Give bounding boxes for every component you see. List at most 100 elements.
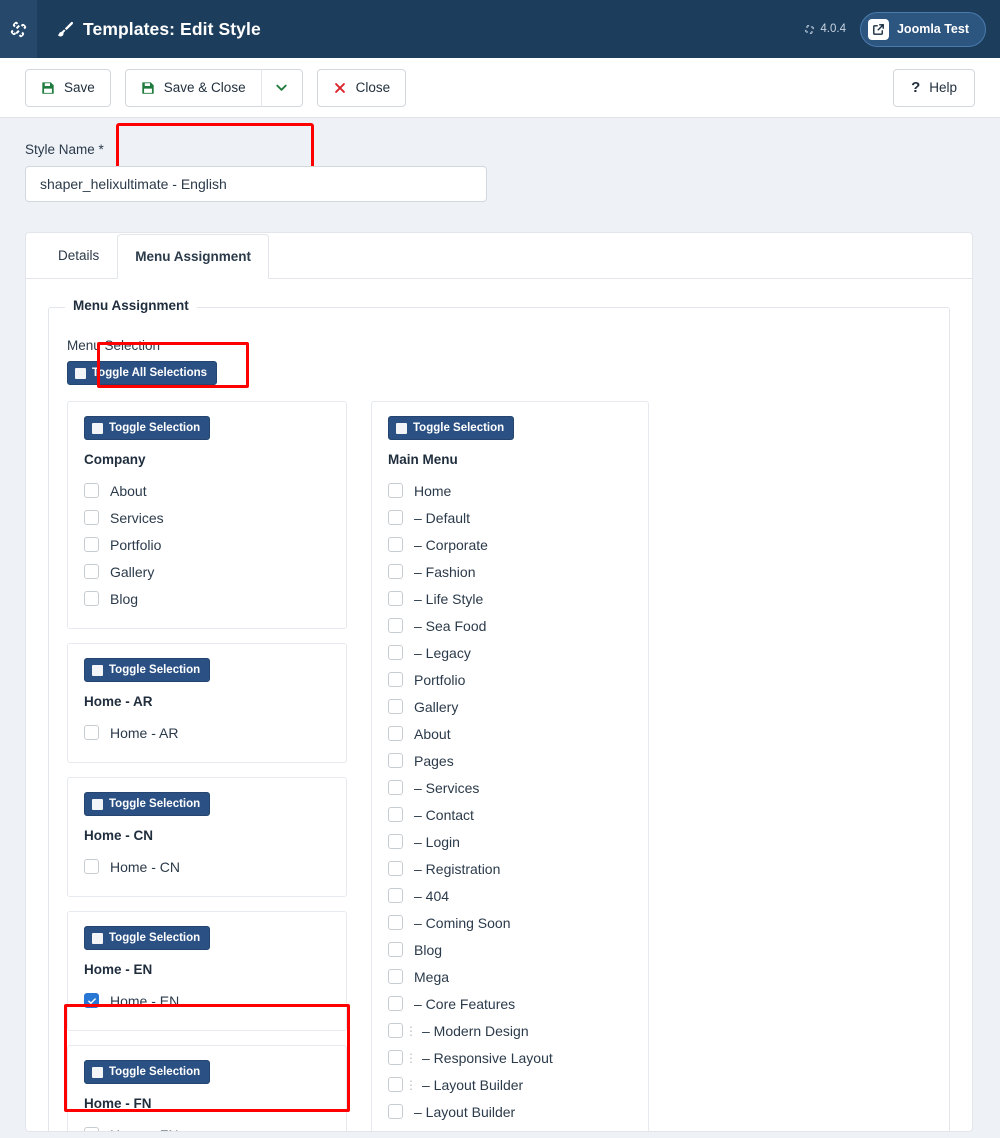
menu-item-row[interactable]: – Core Features	[388, 990, 632, 1017]
menu-group-title: Home - EN	[84, 962, 153, 977]
menu-item-row[interactable]: – Layout Builder	[388, 1098, 632, 1125]
menu-item-checkbox[interactable]	[388, 969, 403, 984]
menu-item-checkbox[interactable]	[388, 726, 403, 741]
menu-item-row[interactable]: About	[84, 477, 330, 504]
site-user-button[interactable]: Joomla Test	[859, 11, 986, 47]
menu-item-label: Gallery	[110, 563, 155, 580]
menu-item-label: Blog	[414, 941, 443, 958]
menu-item-checkbox[interactable]	[388, 942, 403, 957]
menu-item-row[interactable]: Portfolio	[388, 666, 632, 693]
menu-item-row[interactable]: Gallery	[388, 693, 632, 720]
toggle-selection-button[interactable]: Toggle Selection	[84, 416, 211, 440]
menu-item-label: – Advanced Layout Manager	[422, 1131, 600, 1132]
menu-item-row[interactable]: ⋮ – Modern Design	[388, 1017, 632, 1044]
menu-item-checkbox[interactable]	[388, 618, 403, 633]
save-and-close-button[interactable]: Save & Close	[124, 68, 261, 107]
menu-item-checkbox[interactable]	[84, 1127, 99, 1131]
toggle-selection-button[interactable]: Toggle Selection	[84, 926, 211, 950]
indent-dots-icon: ⋮	[405, 1077, 417, 1092]
toggle-selection-button[interactable]: Toggle Selection	[84, 792, 211, 816]
menu-item-row[interactable]: ⋮ – Responsive Layout	[388, 1044, 632, 1071]
menu-item-checkbox[interactable]	[388, 915, 403, 930]
menu-item-checkbox[interactable]	[388, 564, 403, 579]
menu-item-checkbox[interactable]	[388, 591, 403, 606]
menu-item-row[interactable]: – Registration	[388, 855, 632, 882]
style-name-input[interactable]	[25, 166, 487, 202]
menu-item-row[interactable]: Services	[84, 504, 330, 531]
menu-item-row[interactable]: Blog	[388, 936, 632, 963]
menu-item-checkbox[interactable]	[388, 1077, 403, 1092]
menu-item-checkbox[interactable]	[388, 699, 403, 714]
menu-item-checkbox[interactable]	[388, 672, 403, 687]
menu-item-label: Home	[414, 482, 452, 499]
menu-item-checkbox[interactable]	[388, 483, 403, 498]
menu-item-row[interactable]: – Sea Food	[388, 612, 632, 639]
toggle-all-selections-button[interactable]: Toggle All Selections	[67, 361, 218, 385]
menu-item-checkbox[interactable]	[84, 564, 99, 579]
menu-item-checkbox[interactable]	[388, 510, 403, 525]
toggle-selection-button[interactable]: Toggle Selection	[388, 416, 515, 440]
menu-item-checkbox[interactable]	[84, 483, 99, 498]
save-options-dropdown-toggle[interactable]	[260, 68, 303, 107]
menu-item-row[interactable]: ⋮– Advanced Layout Manager	[388, 1125, 632, 1132]
menu-item-checkbox[interactable]	[84, 725, 99, 740]
menu-item-checkbox[interactable]	[84, 859, 99, 874]
menu-item-row[interactable]: – Life Style	[388, 585, 632, 612]
menu-item-row[interactable]: – Login	[388, 828, 632, 855]
menu-item-label: – 404	[414, 887, 450, 904]
menu-item-checkbox[interactable]	[388, 1023, 403, 1038]
tab-bar: Details Menu Assignment	[26, 233, 972, 279]
menu-item-row[interactable]: – Coming Soon	[388, 909, 632, 936]
menu-item-checkbox[interactable]	[388, 807, 403, 822]
menu-item-checkbox[interactable]	[388, 780, 403, 795]
menu-item-checkbox[interactable]	[388, 645, 403, 660]
menu-item-checkbox[interactable]	[84, 993, 99, 1008]
menu-item-row[interactable]: Home - CN	[84, 853, 330, 880]
tab-menu-assignment[interactable]: Menu Assignment	[117, 234, 270, 279]
menu-item-checkbox[interactable]	[388, 996, 403, 1011]
menu-item-checkbox[interactable]	[388, 861, 403, 876]
help-button[interactable]: ? Help	[893, 68, 975, 107]
menu-item-row[interactable]: – Fashion	[388, 558, 632, 585]
menu-item-label: – Default	[414, 509, 471, 526]
toggle-selection-label: Toggle Selection	[109, 664, 201, 676]
toggle-selection-button[interactable]: Toggle Selection	[84, 1060, 211, 1084]
menu-item-checkbox[interactable]	[388, 1050, 403, 1065]
menu-item-label: Home - AR	[110, 724, 179, 741]
menu-item-row[interactable]: – Contact	[388, 801, 632, 828]
menu-item-checkbox[interactable]	[388, 888, 403, 903]
menu-item-row[interactable]: – Corporate	[388, 531, 632, 558]
joomla-logo-icon[interactable]	[0, 0, 37, 58]
toggle-selection-button[interactable]: Toggle Selection	[84, 658, 211, 682]
close-button[interactable]: Close	[316, 68, 407, 107]
menu-item-row[interactable]: Home - FN	[84, 1121, 330, 1131]
menu-item-row[interactable]: – Default	[388, 504, 632, 531]
menu-item-checkbox[interactable]	[388, 753, 403, 768]
version-indicator: 4.0.4	[804, 23, 846, 35]
menu-item-checkbox[interactable]	[388, 1131, 403, 1132]
menu-item-checkbox[interactable]	[84, 537, 99, 552]
menu-item-row[interactable]: Blog	[84, 585, 330, 612]
menu-item-row[interactable]: Home - AR	[84, 719, 330, 746]
menu-item-row[interactable]: Home	[388, 477, 632, 504]
menu-item-row[interactable]: – 404	[388, 882, 632, 909]
menu-item-row[interactable]: Portfolio	[84, 531, 330, 558]
menu-item-row[interactable]: About	[388, 720, 632, 747]
menu-item-row[interactable]: – Services	[388, 774, 632, 801]
tab-details[interactable]: Details	[40, 233, 117, 278]
menu-item-row[interactable]: Pages	[388, 747, 632, 774]
menu-item-row[interactable]: – Legacy	[388, 639, 632, 666]
toggle-selection-label: Toggle Selection	[109, 798, 201, 810]
menu-item-row[interactable]: Gallery	[84, 558, 330, 585]
menu-item-row[interactable]: Home - EN	[84, 987, 330, 1014]
editor-toolbar: Save Save & Close Close ? Help	[0, 58, 1000, 171]
menu-item-checkbox[interactable]	[388, 537, 403, 552]
save-button[interactable]: Save	[25, 68, 111, 107]
menu-item-checkbox[interactable]	[84, 510, 99, 525]
menu-item-row[interactable]: ⋮ – Layout Builder	[388, 1071, 632, 1098]
menu-item-row[interactable]: Mega	[388, 963, 632, 990]
menu-item-label: – Life Style	[414, 590, 484, 607]
menu-item-checkbox[interactable]	[84, 591, 99, 606]
menu-item-checkbox[interactable]	[388, 1104, 403, 1119]
menu-item-checkbox[interactable]	[388, 834, 403, 849]
